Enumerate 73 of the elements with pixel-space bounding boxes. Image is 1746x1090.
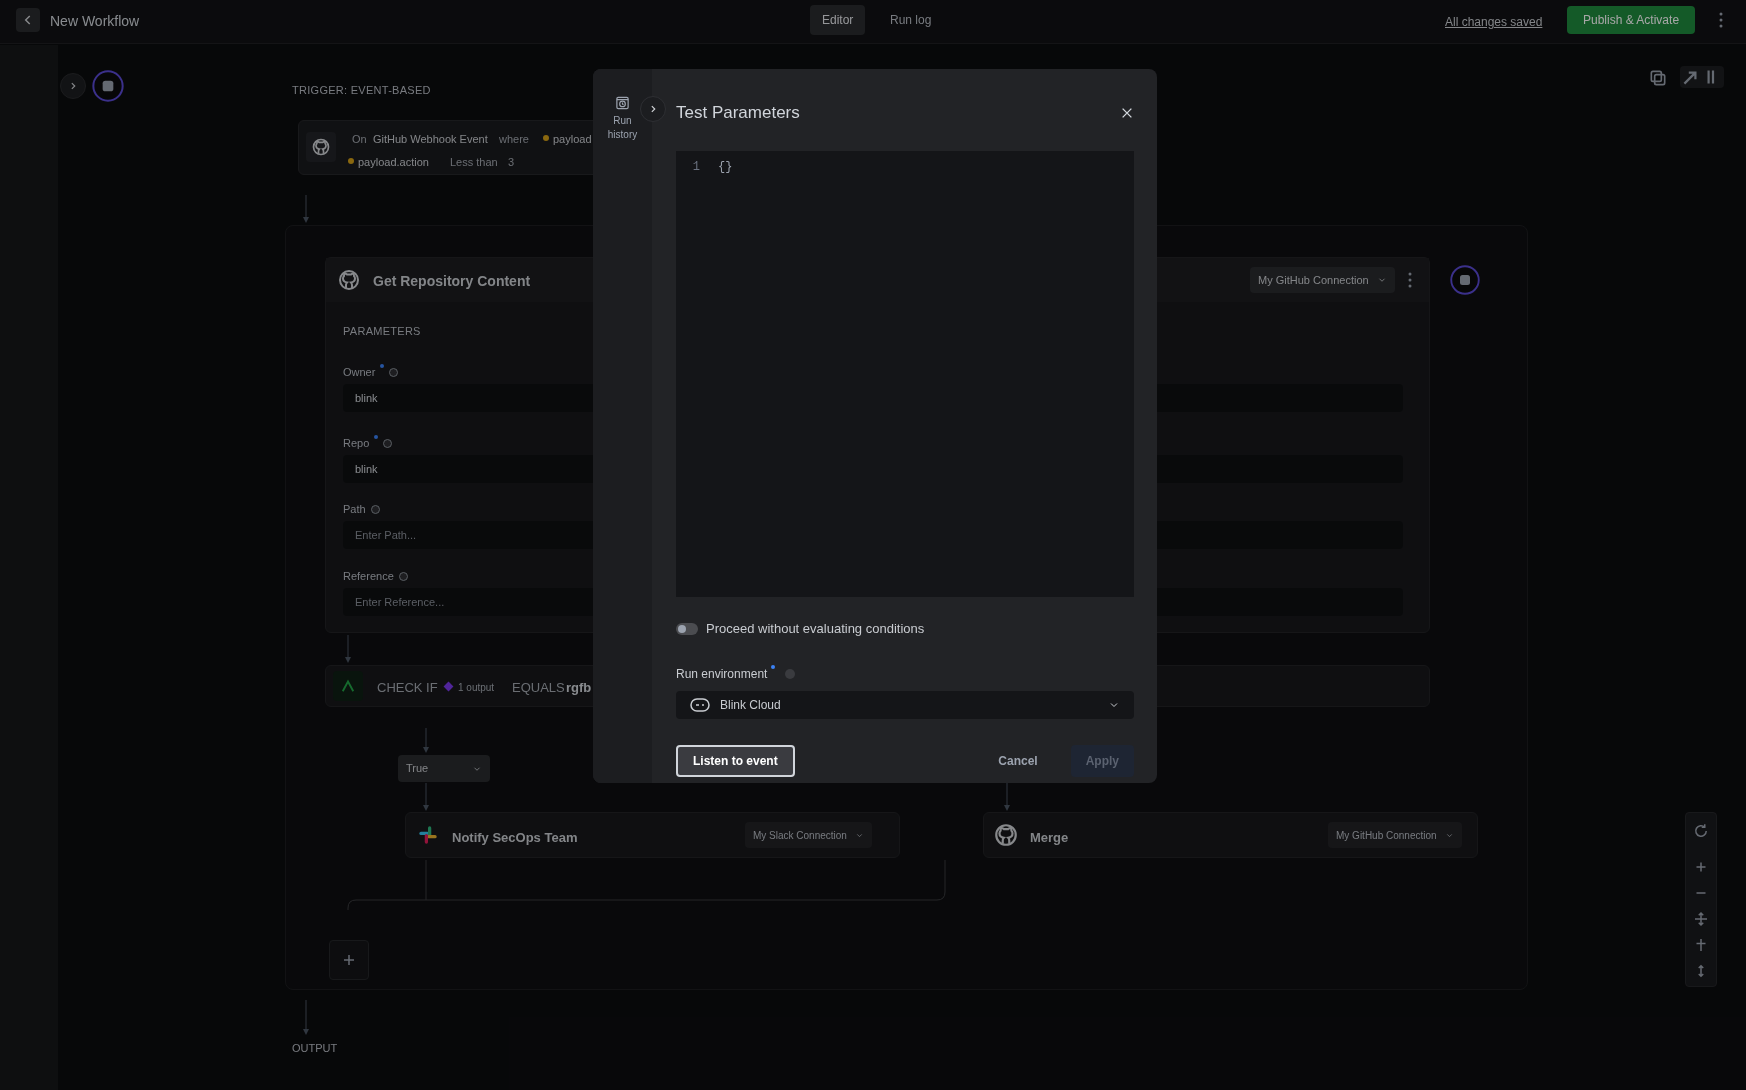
operator-label: EQUALS: [512, 679, 565, 697]
line-number: 1: [691, 159, 701, 176]
more-icon[interactable]: [1719, 12, 1723, 28]
history-icon[interactable]: [615, 95, 630, 110]
branch-icon: [333, 671, 363, 701]
section-heading: PARAMETERS: [343, 324, 421, 339]
repository-icon: [993, 822, 1019, 848]
connector-arrow: [302, 195, 310, 223]
code-line: {}: [717, 159, 733, 176]
add-step-button[interactable]: [329, 940, 369, 980]
connector-arrow: [344, 635, 352, 663]
condition-label: CHECK IF: [377, 679, 438, 697]
connector-arrow: [422, 728, 430, 753]
condition-token: Less than: [450, 155, 498, 170]
repository-icon: [337, 268, 361, 292]
action-title: Notify SecOps Team: [452, 829, 578, 847]
close-icon[interactable]: [1120, 106, 1134, 120]
variable-token: payload.action: [358, 155, 429, 170]
output-token: 1 output: [458, 681, 495, 695]
save-status: All changes saved: [1445, 14, 1543, 31]
info-icon: [389, 367, 399, 377]
toggle-switch[interactable]: [676, 622, 698, 635]
step-title: Get Repository Content: [373, 272, 531, 291]
publish-button[interactable]: Publish & Activate: [1567, 6, 1696, 34]
action-title: Merge: [1030, 829, 1069, 847]
info-icon: [370, 504, 380, 514]
info-icon: [383, 438, 393, 448]
connection-select[interactable]: My GitHub Connection: [1328, 822, 1462, 848]
run-history-label[interactable]: Run history: [602, 114, 643, 142]
connection-select[interactable]: My Slack Connection: [745, 822, 872, 848]
cloud-icon: [690, 696, 710, 713]
repository-icon: [306, 132, 336, 162]
workflow-title: New Workflow: [50, 12, 140, 31]
fit-view-icon[interactable]: [1692, 910, 1710, 928]
field-label: Repo: [343, 436, 370, 451]
connector-arrow: [302, 1000, 310, 1035]
more-icon[interactable]: [1408, 272, 1412, 288]
variable-icon: [543, 135, 549, 141]
field-label: Owner: [343, 365, 376, 380]
trigger-prefix: On: [352, 132, 367, 147]
connector-arrow: [422, 783, 430, 811]
connector-arrow: [1003, 783, 1011, 811]
toggle-label: Proceed without evaluating conditions: [706, 620, 925, 638]
field-label: Run environment: [676, 665, 768, 683]
tab[interactable]: Run log: [878, 5, 944, 35]
field-label: Path: [343, 502, 366, 517]
section-label: TRIGGER: EVENT-BASED: [292, 83, 431, 98]
plus-icon: [343, 954, 355, 966]
info-icon: [785, 668, 796, 679]
reset-icon[interactable]: [1692, 822, 1710, 840]
dialog-title: Test Parameters: [676, 102, 800, 125]
copy-icon[interactable]: [1648, 68, 1668, 88]
condition-keyword: where: [499, 132, 529, 147]
variable-icon: [348, 158, 354, 164]
field-label: Reference: [343, 569, 394, 584]
variable-token: payload: [553, 132, 592, 147]
event-name: GitHub Webhook Event: [373, 132, 488, 147]
listen-button[interactable]: Listen to event: [676, 744, 795, 777]
section-label: OUTPUT: [292, 1041, 338, 1056]
tab[interactable]: Editor: [810, 5, 866, 35]
assistant-icon[interactable]: [92, 70, 124, 102]
branch-select[interactable]: True: [398, 755, 490, 782]
output-icon: [443, 681, 454, 692]
assistant-icon[interactable]: [1450, 265, 1480, 295]
info-icon: [398, 571, 408, 581]
condition-value: rgfb: [566, 679, 592, 697]
cancel-button[interactable]: Cancel: [983, 744, 1053, 777]
environment-select[interactable]: Blink Cloud: [676, 690, 1134, 719]
collapse-icon[interactable]: [1680, 66, 1724, 88]
back-button[interactable]: [16, 8, 40, 32]
condition-token: 3: [508, 155, 515, 170]
code-editor[interactable]: 1 {}: [676, 151, 1134, 597]
connection-select[interactable]: My GitHub Connection: [1250, 267, 1395, 293]
